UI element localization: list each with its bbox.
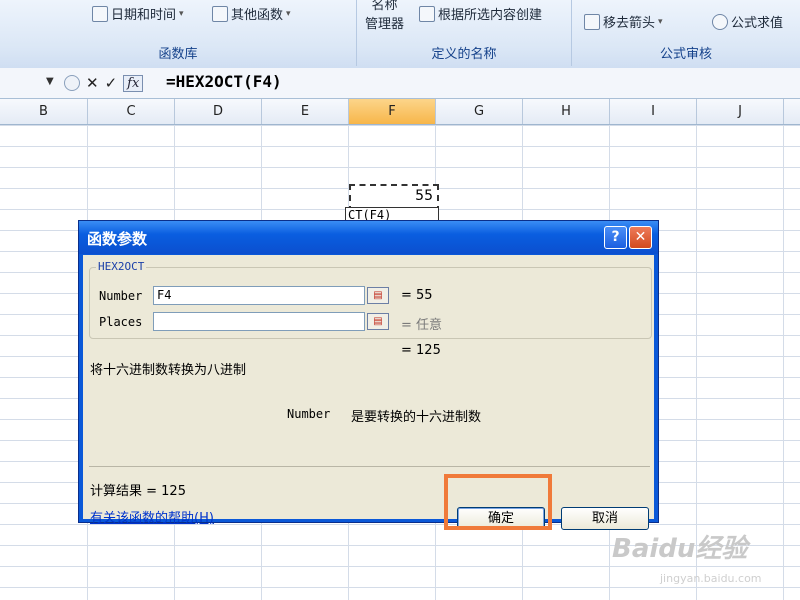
row-gridline	[0, 167, 800, 168]
dialog-title: 函数参数	[87, 230, 148, 248]
formula-auditing-group: 移去箭头 ▾ 公式求值 公式审核	[572, 0, 800, 66]
watermark-logo: Baidu经验	[612, 534, 748, 564]
other-functions-label: 其他函数	[231, 8, 284, 23]
places-label: Places	[99, 315, 143, 329]
row-gridline	[0, 566, 800, 567]
column-gridline	[783, 125, 784, 600]
number-label: Number	[99, 289, 143, 303]
argument-description: 是要转换的十六进制数	[351, 410, 482, 425]
dialog-titlebar[interactable]: 函数参数 ? ✕	[79, 221, 658, 254]
group-label-formula-auditing: 公式审核	[659, 47, 712, 62]
column-header-c[interactable]: C	[88, 99, 175, 124]
function-description: 将十六进制数转换为八进制	[90, 363, 247, 378]
argument-name: Number	[287, 407, 331, 421]
table-icon	[419, 5, 435, 22]
create-from-selection-label: 根据所选内容创建	[438, 8, 543, 23]
cancel-entry-button[interactable]: ✕	[86, 74, 99, 92]
chevron-down-icon: ▾	[658, 16, 663, 27]
column-header-i[interactable]: I	[610, 99, 697, 124]
number-result: = 55	[401, 288, 433, 303]
places-input[interactable]	[153, 312, 365, 331]
column-headers: BCDEFGHIJ	[0, 99, 800, 125]
chevron-down-icon: ▾	[179, 8, 184, 19]
watermark-url: jingyan.baidu.com	[660, 572, 762, 585]
function-help-link[interactable]: 有关该函数的帮助(H)	[90, 507, 214, 526]
formula-result: = 125	[401, 343, 441, 358]
arrows-icon	[584, 13, 600, 30]
number-input[interactable]: F4	[153, 286, 365, 305]
datetime-button[interactable]: 日期和时间 ▾	[92, 4, 184, 23]
insert-function-button[interactable]: fx	[123, 74, 144, 92]
remove-arrows-label: 移去箭头	[603, 16, 656, 31]
evaluate-icon	[712, 13, 728, 30]
enter-button[interactable]: ✓	[105, 74, 118, 92]
namebox-dropdown-icon[interactable]: ▼	[46, 76, 54, 87]
calendar-icon	[92, 5, 108, 22]
name-manager-label: 管理器	[365, 17, 405, 32]
dialog-body: HEX2OCT Number F4 ▤ = 55 Places ▤ = 任意 =…	[83, 255, 654, 530]
defined-names-group: 名称 管理器 根据所选内容创建 定义的名称	[357, 0, 572, 66]
column-header-b[interactable]: B	[0, 99, 88, 124]
evaluate-formula-button[interactable]: 公式求值	[712, 12, 783, 31]
row-gridline	[0, 587, 800, 588]
group-label-function-library: 函数库	[158, 47, 198, 62]
help-button[interactable]: ?	[604, 226, 627, 249]
highlight-box	[444, 474, 552, 530]
other-functions-button[interactable]: 其他函数 ▾	[212, 4, 291, 23]
datetime-label: 日期和时间	[111, 8, 177, 23]
row-gridline	[0, 125, 800, 126]
collapse-dialog-icon[interactable]: ▤	[367, 287, 389, 304]
collapse-dialog-icon[interactable]: ▤	[367, 313, 389, 330]
name-manager-button[interactable]: 名称 管理器	[365, 0, 404, 32]
formula-input[interactable]: =HEX2OCT(F4)	[166, 72, 282, 91]
expand-icon[interactable]	[64, 75, 80, 91]
column-header-j[interactable]: J	[697, 99, 784, 124]
remove-arrows-button[interactable]: 移去箭头 ▾	[584, 12, 663, 31]
function-name: HEX2OCT	[96, 260, 147, 273]
places-result: = 任意	[401, 318, 443, 333]
column-header-e[interactable]: E	[262, 99, 349, 124]
close-button[interactable]: ✕	[629, 226, 652, 249]
name-manager-top-label: 名称	[371, 0, 398, 13]
formula-bar: ▼ ✕ ✓ fx =HEX2OCT(F4)	[0, 68, 800, 99]
group-label-defined-names: 定义的名称	[431, 47, 497, 62]
function-arguments-dialog: 函数参数 ? ✕ HEX2OCT Number F4 ▤ = 55 Places…	[78, 220, 659, 530]
ribbon: 日期和时间 ▾ 其他函数 ▾ 函数库 名称 管理器 根据所选内容创建 定义的名称…	[0, 0, 800, 69]
row-gridline	[0, 146, 800, 147]
chevron-down-icon: ▾	[286, 8, 291, 19]
create-from-selection-button[interactable]: 根据所选内容创建	[419, 4, 542, 23]
column-header-d[interactable]: D	[175, 99, 262, 124]
cell-value: 55	[415, 188, 433, 204]
books-icon	[212, 5, 228, 22]
column-header-h[interactable]: H	[523, 99, 610, 124]
column-header-g[interactable]: G	[436, 99, 523, 124]
column-header-f[interactable]: F	[349, 99, 436, 124]
function-library-group: 日期和时间 ▾ 其他函数 ▾ 函数库	[0, 0, 357, 66]
calculation-result: 计算结果 = 125	[90, 484, 186, 499]
evaluate-formula-label: 公式求值	[731, 16, 784, 31]
cancel-button[interactable]: 取消	[561, 507, 649, 530]
formula-buttons: ✕ ✓ fx	[64, 73, 156, 93]
divider	[89, 466, 650, 467]
